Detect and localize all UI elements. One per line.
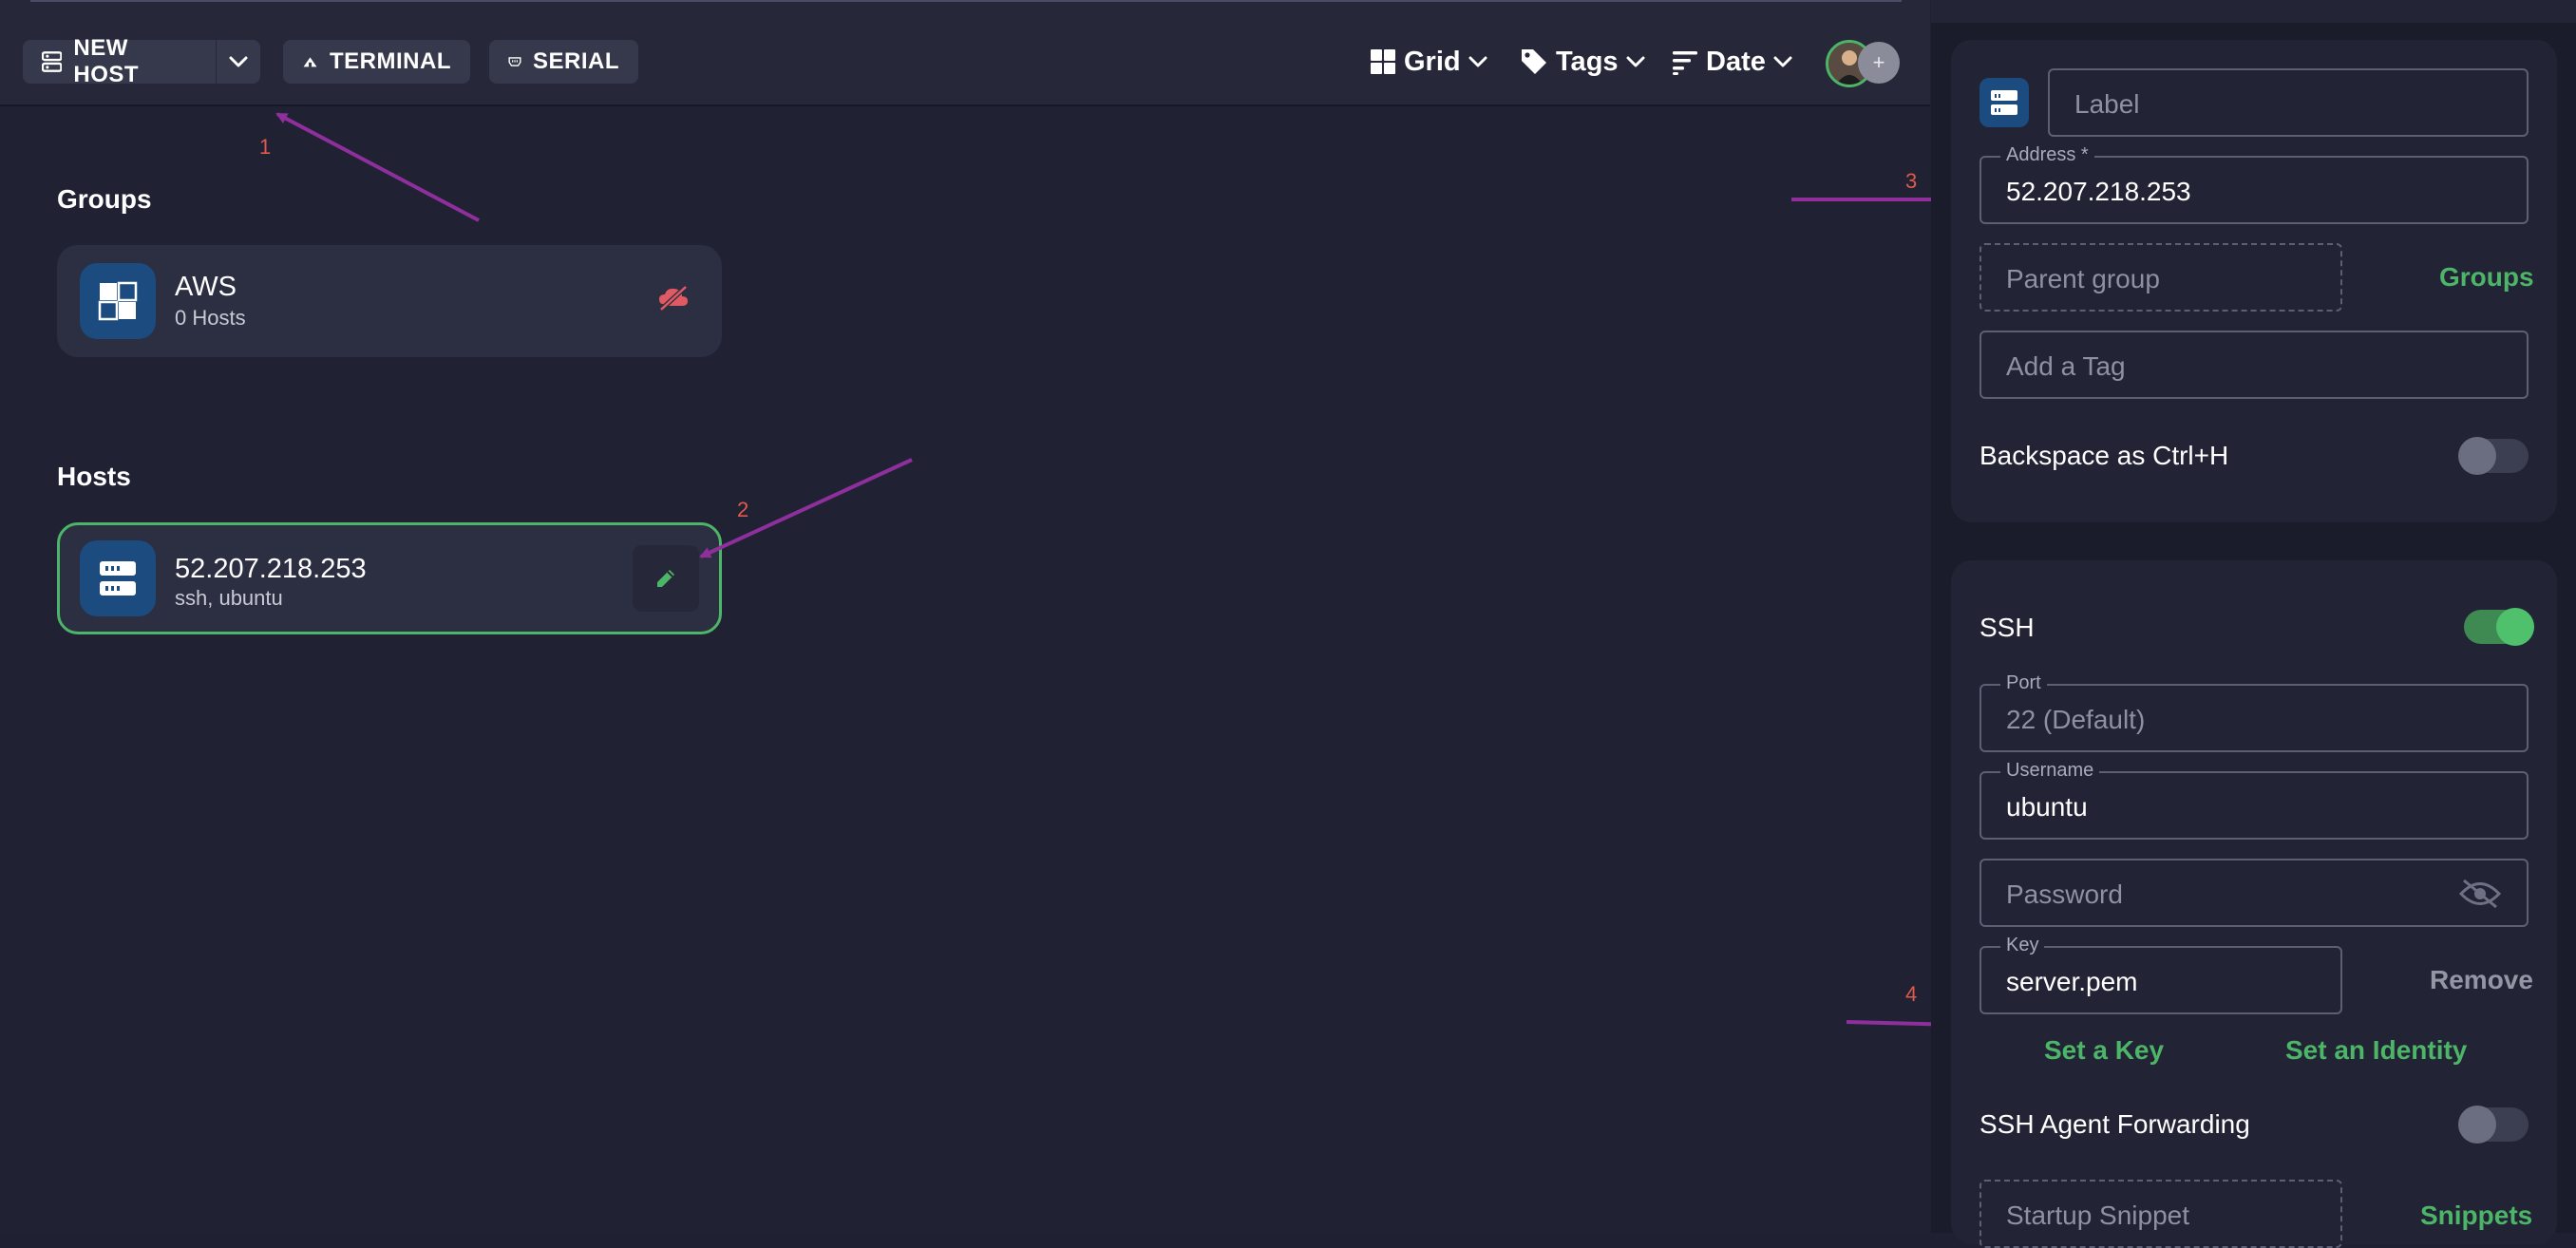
startup-snippet-field[interactable]: Startup Snippet xyxy=(1979,1180,2342,1248)
toggle-knob xyxy=(2496,608,2534,646)
snippets-link[interactable]: Snippets xyxy=(2420,1201,2532,1231)
annotation-number-4: 4 xyxy=(1905,982,1918,1006)
backspace-toggle[interactable] xyxy=(2458,437,2529,475)
address-value: 52.207.218.253 xyxy=(2006,177,2191,206)
remove-key-link[interactable]: Remove xyxy=(2430,965,2533,995)
port-placeholder: 22 (Default) xyxy=(2006,705,2146,734)
annotation-number-3: 3 xyxy=(1905,169,1918,193)
editor-header-strip xyxy=(1931,0,2576,23)
label-placeholder: Label xyxy=(2074,89,2140,119)
groups-link[interactable]: Groups xyxy=(2439,262,2534,293)
username-legend: Username xyxy=(2000,760,2100,782)
add-tag-placeholder: Add a Tag xyxy=(2006,351,2126,381)
label-field[interactable]: Label xyxy=(2048,68,2529,137)
ssh-toggle[interactable] xyxy=(2464,608,2534,646)
address-legend: Address * xyxy=(2000,144,2094,166)
port-field[interactable]: Port 22 (Default) xyxy=(1979,672,2529,752)
port-legend: Port xyxy=(2000,672,2047,694)
agent-forwarding-label: SSH Agent Forwarding xyxy=(1979,1109,2250,1139)
host-icon-picker[interactable] xyxy=(1979,78,2029,127)
password-placeholder: Password xyxy=(2006,879,2123,909)
add-tag-field[interactable]: Add a Tag xyxy=(1979,331,2529,399)
parent-group-field[interactable]: Parent group xyxy=(1979,243,2342,312)
set-key-link[interactable]: Set a Key xyxy=(2044,1035,2164,1066)
password-field[interactable]: Password xyxy=(1979,859,2529,927)
agent-forwarding-toggle[interactable] xyxy=(2458,1106,2529,1144)
startup-snippet-placeholder: Startup Snippet xyxy=(2006,1201,2190,1230)
username-field[interactable]: Username ubuntu xyxy=(1979,760,2529,840)
key-legend: Key xyxy=(2000,935,2045,956)
toggle-knob xyxy=(2458,437,2496,475)
parent-group-placeholder: Parent group xyxy=(2006,264,2160,293)
annotation-arrow-1 xyxy=(275,112,480,222)
address-field[interactable]: Address * 52.207.218.253 xyxy=(1979,144,2529,224)
key-field[interactable]: Key server.pem xyxy=(1979,935,2342,1014)
eye-off-icon[interactable] xyxy=(2458,878,2502,915)
annotation-number-2: 2 xyxy=(737,498,749,521)
key-value: server.pem xyxy=(2006,967,2138,996)
username-value: ubuntu xyxy=(2006,792,2088,822)
toggle-knob xyxy=(2458,1106,2496,1144)
ssh-label: SSH xyxy=(1979,613,2035,642)
backspace-label: Backspace as Ctrl+H xyxy=(1979,441,2229,470)
annotation-arrow-2 xyxy=(699,458,913,558)
server-icon xyxy=(1991,90,2017,115)
set-identity-link[interactable]: Set an Identity xyxy=(2285,1035,2467,1066)
annotation-number-1: 1 xyxy=(259,135,272,159)
